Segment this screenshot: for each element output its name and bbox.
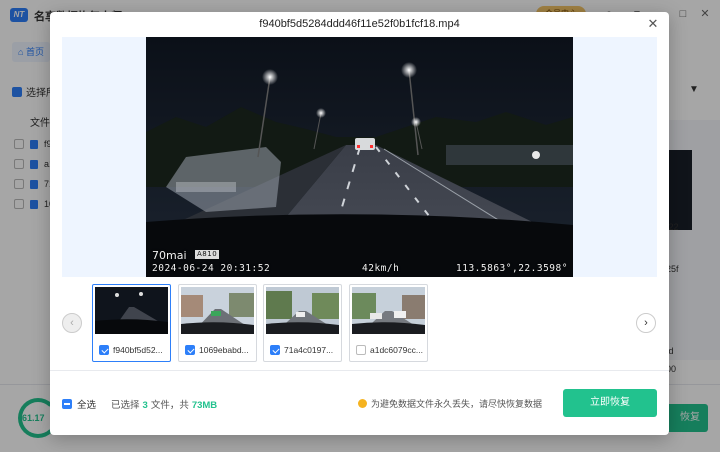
thumbnail-label: a1dc6079cc... [356, 345, 423, 355]
chevron-left-icon: ‹ [70, 317, 74, 329]
thumbnail-label: f940bf5d52... [99, 345, 163, 355]
chevron-right-icon: › [644, 317, 648, 329]
thumbnail-label: 1069ebabd... [185, 345, 249, 355]
footer-select-all[interactable]: 全选 [62, 397, 96, 411]
warning-text: 为避免数据文件永久丢失，请尽快恢复数据 [371, 399, 543, 409]
thumbnail-checkbox[interactable] [185, 345, 195, 355]
thumbnail-image [181, 287, 254, 334]
thumbnail-image [352, 287, 425, 334]
summary-prefix: 已选择 [111, 400, 140, 411]
thumbnail-checkbox[interactable] [99, 345, 109, 355]
select-all-label: 全选 [77, 400, 97, 411]
thumbnail-checkbox[interactable] [270, 345, 280, 355]
select-all-checkbox[interactable] [62, 399, 72, 409]
next-button[interactable]: › [636, 313, 656, 333]
thumbnail-item[interactable]: 71a4c0197... [263, 284, 342, 362]
thumbnail-label: 71a4c0197... [270, 345, 333, 355]
video-frame [146, 37, 573, 277]
selected-count: 3 [142, 400, 148, 411]
osd-gps: 113.5863°,22.3598° [456, 263, 568, 274]
close-icon[interactable]: ✕ [646, 17, 660, 31]
thumbnail-name: 1069ebabd... [199, 345, 249, 355]
selection-summary: 已选择 3 文件，共 73MB [111, 397, 220, 411]
osd-timestamp: 2024-06-24 20:31:52 [152, 263, 271, 274]
video-player[interactable]: 70mai A810 2024-06-24 20:31:52 42km/h 11… [146, 37, 573, 277]
thumbnail-image [266, 287, 339, 334]
thumbnail-name: 71a4c0197... [284, 345, 334, 355]
modal-title: f940bf5d5284ddd46f11e52f0b1fcf18.mp4 [259, 18, 460, 30]
selected-size: 73MB [191, 400, 218, 411]
osd-model: A810 [195, 250, 220, 259]
thumbnail-item[interactable]: a1dc6079cc... [349, 284, 428, 362]
summary-mid: 文件，共 [150, 400, 189, 411]
osd-brand: 70mai [152, 249, 187, 262]
recover-now-button[interactable]: 立即恢复 [563, 389, 657, 417]
osd-speed: 42km/h [362, 263, 400, 274]
thumbnail-name: a1dc6079cc... [370, 345, 423, 355]
preview-modal: f940bf5d5284ddd46f11e52f0b1fcf18.mp4 ✕ 7… [50, 12, 669, 435]
thumbnail-checkbox[interactable] [356, 345, 366, 355]
prev-button[interactable]: ‹ [62, 313, 82, 333]
warning-message: 为避免数据文件永久丢失，请尽快恢复数据 [358, 397, 542, 410]
thumbnail-image [95, 287, 168, 334]
thumbnail-item[interactable]: 1069ebabd... [178, 284, 257, 362]
thumbnail-item[interactable]: f940bf5d52... [92, 284, 171, 362]
warning-icon [358, 399, 367, 408]
thumbnail-name: f940bf5d52... [113, 345, 163, 355]
modal-footer: 全选 已选择 3 文件，共 73MB 为避免数据文件永久丢失，请尽快恢复数据 立即恢复 [50, 370, 669, 435]
